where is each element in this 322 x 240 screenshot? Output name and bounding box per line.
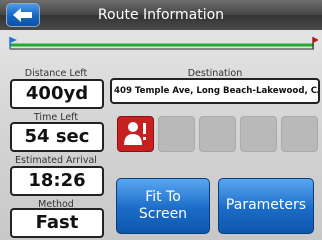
method-value: Fast: [10, 208, 104, 238]
route-warning-slot[interactable]: [117, 116, 154, 152]
title-bar: Route Information: [0, 0, 322, 30]
distance-left-value: 400yd: [10, 79, 104, 109]
page-title: Route Information: [97, 7, 225, 23]
person-warning-icon: [124, 122, 146, 145]
route-warning-slot-empty: [240, 116, 277, 152]
end-flag-icon: [312, 37, 318, 49]
time-left-value: 54 sec: [10, 122, 104, 152]
route-progress-bar: [9, 37, 318, 50]
estimated-arrival-label: Estimated Arrival: [15, 155, 97, 166]
route-warning-slot-empty: [158, 116, 195, 152]
parameters-button[interactable]: Parameters: [218, 178, 314, 234]
start-flag-icon: [9, 37, 17, 49]
distance-left-label: Distance Left: [24, 68, 88, 79]
route-warning-slot-empty: [281, 116, 318, 152]
fit-to-screen-button[interactable]: Fit To Screen: [116, 178, 210, 234]
destination-value: 409 Temple Ave, Long Beach-Lakewood, CA …: [110, 78, 320, 104]
parameters-label: Parameters: [225, 197, 307, 214]
estimated-arrival-value: 18:26: [10, 166, 104, 196]
fit-to-screen-label: Fit To Screen: [138, 188, 188, 223]
route-warning-slot-empty: [199, 116, 236, 152]
